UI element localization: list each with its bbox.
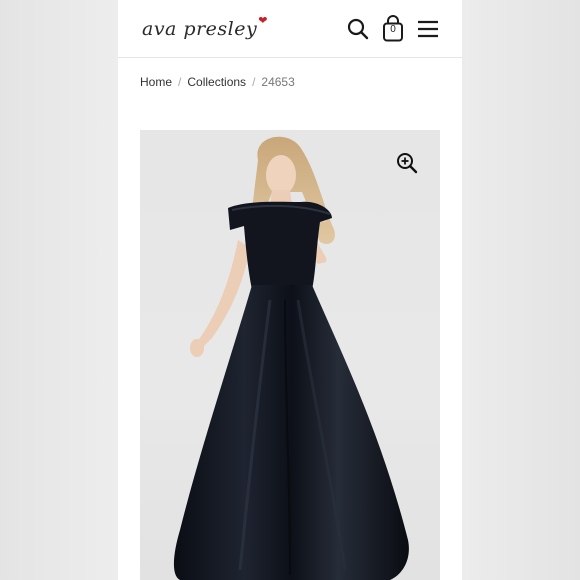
- zoom-in-icon[interactable]: [396, 152, 418, 174]
- breadcrumb: Home / Collections / 24653: [140, 75, 295, 89]
- mobile-page: ava presley ❤ 0 Home / Collections / 246…: [118, 0, 462, 580]
- heart-icon: ❤: [258, 15, 268, 27]
- site-header: ava presley ❤ 0: [118, 0, 462, 58]
- menu-icon[interactable]: [416, 15, 440, 43]
- breadcrumb-current: 24653: [261, 75, 295, 89]
- breadcrumb-home[interactable]: Home: [140, 75, 172, 89]
- product-image[interactable]: [140, 130, 440, 580]
- brand-logo[interactable]: ava presley ❤: [142, 14, 267, 44]
- dress-photo: [173, 136, 409, 580]
- search-icon[interactable]: [346, 15, 370, 43]
- breadcrumb-collections[interactable]: Collections: [187, 75, 246, 89]
- page-background-left: [0, 0, 118, 580]
- breadcrumb-separator: /: [252, 75, 256, 89]
- face-shape: [266, 155, 296, 195]
- page-background-right: [462, 0, 580, 580]
- brand-logo-text: ava presley: [142, 18, 258, 40]
- cart-count: 0: [390, 24, 396, 35]
- breadcrumb-separator: /: [178, 75, 182, 89]
